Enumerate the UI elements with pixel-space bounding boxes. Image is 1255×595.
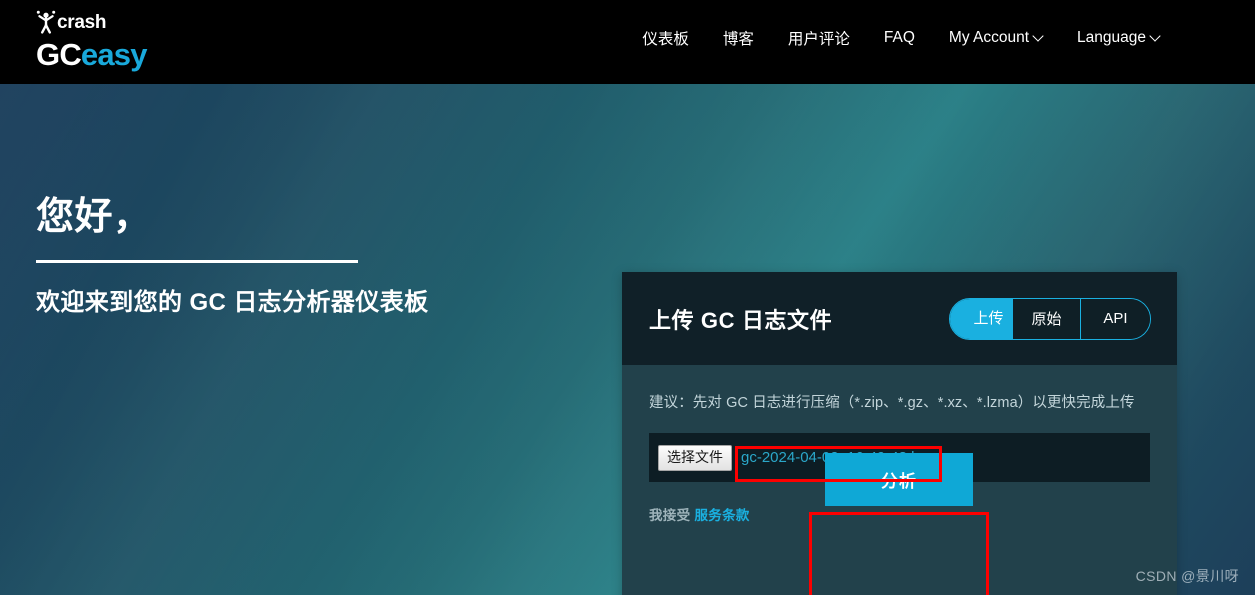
nav-item-faq[interactable]: FAQ bbox=[867, 25, 932, 51]
chevron-down-icon bbox=[1034, 32, 1043, 41]
brand-gceasy-text: GCeasy bbox=[36, 37, 266, 73]
brand-crash-text: crash bbox=[57, 12, 107, 33]
nav-item-language[interactable]: Language bbox=[1060, 25, 1177, 51]
top-navigation-bar: crash GCeasy 仪表板 博客 用户评论 FAQ My Account … bbox=[0, 0, 1255, 84]
hero-section: 您好， 欢迎来到您的 GC 日志分析器仪表板 上传 GC 日志文件 上传 原始 … bbox=[0, 84, 1255, 595]
hero-subtitle: 欢迎来到您的 GC 日志分析器仪表板 bbox=[36, 289, 429, 316]
tab-raw[interactable]: 原始 bbox=[1012, 298, 1080, 339]
tab-upload-label: 上传 bbox=[973, 310, 1004, 327]
ycrash-logo: crash bbox=[36, 8, 266, 34]
tab-raw-label: 原始 bbox=[1031, 311, 1062, 328]
tab-upload[interactable]: 上传 bbox=[950, 298, 1012, 339]
nav-item-label: 仪表板 bbox=[642, 31, 689, 48]
tab-api[interactable]: API bbox=[1080, 298, 1150, 339]
tab-api-label: API bbox=[1103, 310, 1128, 327]
ycrash-person-icon bbox=[36, 10, 56, 34]
brand-easy-part: easy bbox=[80, 37, 148, 72]
upload-panel-body: 建议：先对 GC 日志进行压缩（*.zip、*.gz、*.xz、*.lzma）以… bbox=[622, 365, 1177, 595]
nav-item-reviews[interactable]: 用户评论 bbox=[771, 23, 867, 53]
nav-item-label: 博客 bbox=[722, 31, 754, 48]
analyze-button[interactable]: 分析 bbox=[825, 453, 973, 506]
main-navigation: 仪表板 博客 用户评论 FAQ My Account Language bbox=[625, 23, 1177, 53]
page-title: 您好， bbox=[36, 196, 152, 238]
brand-logo[interactable]: crash GCeasy bbox=[36, 8, 266, 76]
nav-item-blog[interactable]: 博客 bbox=[706, 23, 771, 53]
nav-item-label: Language bbox=[1077, 29, 1146, 46]
compression-hint-text: 建议：先对 GC 日志进行压缩（*.zip、*.gz、*.xz、*.lzma）以… bbox=[649, 395, 1135, 411]
nav-item-label: My Account bbox=[948, 29, 1030, 46]
hero-copy: 您好， 欢迎来到您的 GC 日志分析器仪表板 bbox=[36, 194, 596, 319]
terms-prefix-label: 我接受 bbox=[649, 508, 691, 523]
choose-file-button[interactable]: 选择文件 bbox=[658, 444, 732, 471]
nav-item-label: FAQ bbox=[883, 29, 915, 46]
upload-panel-header: 上传 GC 日志文件 上传 原始 API bbox=[622, 272, 1177, 365]
nav-item-label: 用户评论 bbox=[787, 31, 850, 48]
upload-panel-title: 上传 GC 日志文件 bbox=[649, 307, 833, 333]
terms-of-service-link[interactable]: 服务条款 bbox=[694, 508, 749, 523]
upload-panel: 上传 GC 日志文件 上传 原始 API 建议：先对 GC 日志进行压缩（*.z… bbox=[622, 272, 1177, 595]
watermark-text: CSDN @景川呀 bbox=[1135, 568, 1239, 584]
nav-item-my-account[interactable]: My Account bbox=[932, 25, 1060, 51]
terms-acceptance: 我接受 服务条款 bbox=[649, 504, 1150, 524]
brand-gc-part: GC bbox=[36, 37, 82, 72]
upload-mode-toggle-group: 上传 原始 API bbox=[949, 297, 1151, 340]
nav-item-dashboard[interactable]: 仪表板 bbox=[625, 23, 706, 53]
hero-divider bbox=[36, 260, 358, 263]
chevron-down-icon bbox=[1151, 32, 1160, 41]
